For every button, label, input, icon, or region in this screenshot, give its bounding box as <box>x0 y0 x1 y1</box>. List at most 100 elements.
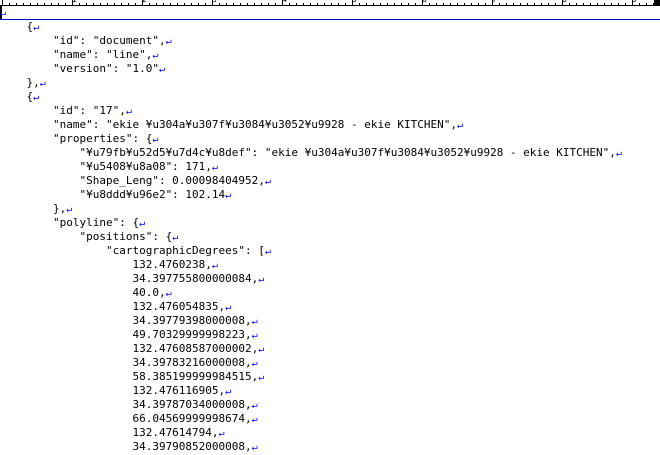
line-text: "¥u5408¥u8a08": 171, <box>0 160 212 173</box>
return-mark-icon: ↵ <box>258 344 265 355</box>
line-text: { <box>0 90 34 103</box>
return-mark-icon: ↵ <box>258 372 265 383</box>
line-text: 49.70329999998223, <box>0 328 252 341</box>
ruler-tick <box>527 3 528 5</box>
ruler-tick <box>555 3 556 5</box>
ruler-tick <box>198 3 199 5</box>
ruler-tick <box>408 3 409 5</box>
ruler-tick <box>513 3 514 5</box>
ruler-tick <box>443 3 444 5</box>
editor-line: "polyline": {↵ <box>0 216 145 230</box>
editor-line: "Shape_Leng": 0.00098404952,↵ <box>0 174 271 188</box>
editor-line: 34.39783216000008,↵ <box>0 356 258 370</box>
editor-line: "¥u5408¥u8a08": 171,↵ <box>0 160 217 174</box>
ruler-number: 1 <box>72 0 77 4</box>
ruler-tick <box>541 3 542 5</box>
line-text: 66.04569999998674, <box>0 412 252 425</box>
return-mark-icon: ↵ <box>615 148 622 159</box>
line-text: "cartographicDegrees": [ <box>0 244 265 257</box>
line-text: "Shape_Leng": 0.00098404952, <box>0 174 265 187</box>
editor-line: 132.47614794,↵ <box>0 426 225 440</box>
ruler-number: 6 <box>422 0 427 4</box>
return-mark-icon: ↵ <box>139 218 146 229</box>
return-mark-icon: ↵ <box>251 442 258 453</box>
return-mark-icon: ↵ <box>165 288 172 299</box>
ruler-tick <box>184 3 185 5</box>
ruler-tick <box>569 3 570 5</box>
line-text: 34.39779398000008, <box>0 314 252 327</box>
line-text: 132.4760238, <box>0 258 212 271</box>
editor-line: ↵ <box>0 6 6 20</box>
ruler-number: 5 <box>352 0 357 4</box>
return-mark-icon: ↵ <box>225 386 232 397</box>
text-editor-area[interactable]: ↵ {↵ "id": "document",↵ "name": "line",↵… <box>0 6 660 453</box>
editor-line: 132.476054835,↵ <box>0 300 231 314</box>
ruler-tick <box>415 3 416 5</box>
line-text: }, <box>0 76 40 89</box>
line-text: { <box>0 20 34 33</box>
ruler-tick <box>464 3 465 5</box>
ruler-tick <box>597 3 598 5</box>
return-mark-icon: ↵ <box>251 330 258 341</box>
ruler-tick <box>394 3 395 5</box>
return-mark-icon: ↵ <box>152 134 159 145</box>
ruler-tick <box>23 3 24 5</box>
line-text: 132.47614794, <box>0 426 219 439</box>
ruler-tick <box>268 3 269 5</box>
editor-line: "¥u8ddd¥u96e2": 102.14↵ <box>0 188 231 202</box>
line-text: "name": "ekie ¥u304a¥u307f¥u3084¥u3052¥u… <box>0 118 457 131</box>
ruler-tick <box>205 3 206 5</box>
ruler-tick <box>121 3 122 5</box>
ruler-tick <box>2 0 3 5</box>
ruler-tick <box>380 3 381 5</box>
return-mark-icon: ↵ <box>218 428 225 439</box>
editor-line: 49.70329999998223,↵ <box>0 328 258 342</box>
ruler-tick <box>226 3 227 5</box>
editor-line: 40.0,↵ <box>0 286 172 300</box>
line-text: "¥u79fb¥u52d5¥u7d4c¥u8def": "ekie ¥u304a… <box>0 146 616 159</box>
ruler-tick <box>499 3 500 5</box>
return-mark-icon: ↵ <box>264 246 271 257</box>
ruler-tick <box>373 3 374 5</box>
ruler-tick <box>436 3 437 5</box>
line-text: 58.385199999984515, <box>0 370 259 383</box>
ruler-tick <box>30 3 31 5</box>
editor-line: {↵ <box>0 20 39 34</box>
ruler-tick <box>366 3 367 5</box>
editor-line: "positions": {↵ <box>0 230 178 244</box>
editor-line: "id": "17",↵ <box>0 104 132 118</box>
return-mark-icon: ↵ <box>225 302 232 313</box>
return-mark-icon: ↵ <box>33 92 40 103</box>
ruler-tick <box>51 3 52 5</box>
ruler-tick <box>345 3 346 5</box>
line-text: "properties": { <box>0 132 153 145</box>
return-mark-icon: ↵ <box>456 120 463 131</box>
ruler-cursor-marker <box>654 0 660 5</box>
ruler-tick <box>401 3 402 5</box>
return-mark-icon: ↵ <box>264 176 271 187</box>
ruler-tick <box>310 3 311 5</box>
line-text: "id": "document", <box>0 34 166 47</box>
line-text: 34.39790852000008, <box>0 440 252 453</box>
ruler-tick <box>485 3 486 5</box>
line-text: "id": "17", <box>0 104 126 117</box>
line-text: "positions": { <box>0 230 173 243</box>
ruler-tick <box>611 3 612 5</box>
ruler-tick <box>450 3 451 5</box>
ruler-tick <box>79 3 80 5</box>
return-mark-icon: ↵ <box>125 106 132 117</box>
editor-line: "cartographicDegrees": [↵ <box>0 244 271 258</box>
ruler-tick <box>233 3 234 5</box>
ruler-tick <box>534 3 535 5</box>
editor-line: 34.397755800000084,↵ <box>0 272 264 286</box>
return-mark-icon: ↵ <box>251 400 258 411</box>
ruler-tick <box>639 3 640 5</box>
line-text: "¥u8ddd¥u96e2": 102.14 <box>0 188 226 201</box>
ruler-tick <box>576 3 577 5</box>
return-mark-icon: ↵ <box>152 50 159 61</box>
ruler-tick <box>604 3 605 5</box>
return-mark-icon: ↵ <box>251 358 258 369</box>
editor-line: "name": "ekie ¥u304a¥u307f¥u3084¥u3052¥u… <box>0 118 463 132</box>
ruler-tick <box>303 3 304 5</box>
ruler-number: 2 <box>142 0 147 4</box>
